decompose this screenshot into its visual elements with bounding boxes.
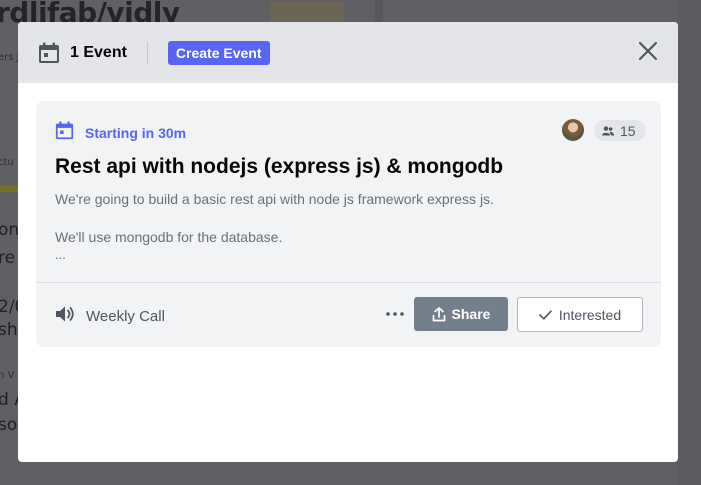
avatar[interactable] xyxy=(562,119,584,141)
event-count-label: 1 Event xyxy=(70,43,127,61)
event-channel: Weekly Call xyxy=(55,305,165,327)
calendar-icon xyxy=(38,42,60,64)
background-text: n V xyxy=(0,370,15,381)
background-text: sh xyxy=(0,320,18,340)
background-pane xyxy=(678,0,701,485)
share-button[interactable]: Share xyxy=(414,297,508,331)
modal-header: 1 Event Create Event xyxy=(18,22,678,83)
events-modal: 1 Event Create Event Starting in 30m 15 … xyxy=(18,22,678,462)
event-description: We're going to build a basic rest api wi… xyxy=(55,191,494,207)
event-description: We'll use mongodb for the database. xyxy=(55,229,283,245)
event-title: Rest api with nodejs (express js) & mong… xyxy=(55,155,504,178)
channel-name: Weekly Call xyxy=(86,307,165,325)
background-text: so xyxy=(0,415,18,435)
more-options-icon[interactable] xyxy=(384,305,406,323)
background-divider xyxy=(375,0,383,22)
background-text: ctu xyxy=(0,157,14,168)
event-card[interactable]: Starting in 30m 15 Rest api with nodejs … xyxy=(36,101,661,347)
attendee-count: 15 xyxy=(620,122,636,139)
checkmark-icon xyxy=(539,309,552,320)
share-icon xyxy=(432,306,445,321)
speaker-icon xyxy=(55,305,75,327)
event-start-time: Starting in 30m xyxy=(85,124,187,141)
interested-button[interactable]: Interested xyxy=(517,297,643,332)
interested-label: Interested xyxy=(558,306,622,323)
event-status: Starting in 30m xyxy=(55,121,186,144)
header-divider xyxy=(146,41,148,64)
event-description-ellipsis: ... xyxy=(55,247,66,262)
share-label: Share xyxy=(451,306,491,322)
card-divider xyxy=(36,282,661,283)
people-icon xyxy=(602,125,614,135)
calendar-icon xyxy=(55,121,74,144)
attendee-count-badge[interactable]: 15 xyxy=(594,120,646,141)
close-icon[interactable] xyxy=(638,41,658,61)
create-event-button[interactable]: Create Event xyxy=(167,40,270,65)
background-bar xyxy=(0,186,18,192)
